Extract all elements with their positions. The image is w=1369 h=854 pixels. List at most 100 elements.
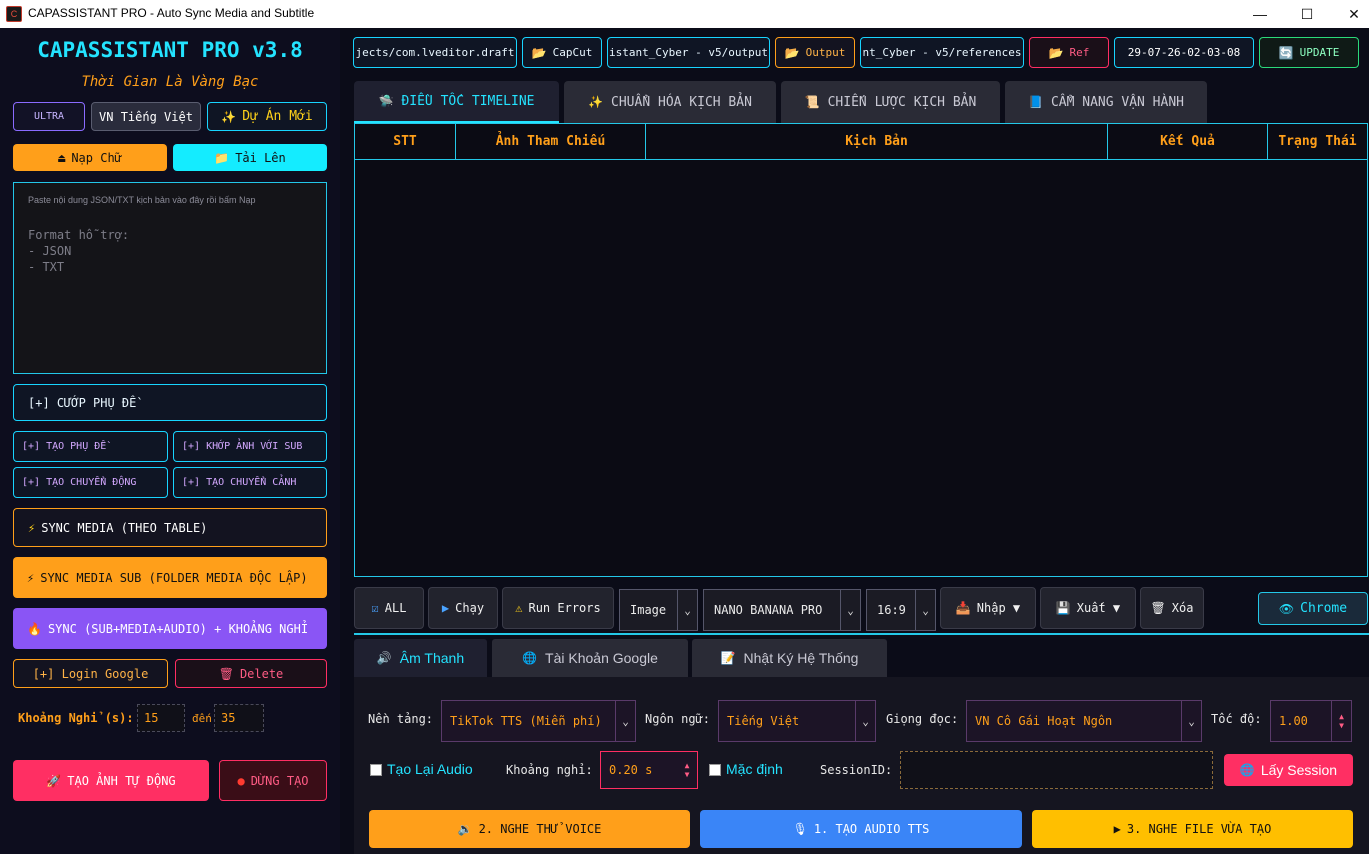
sync-folder-button[interactable]: ⚡ SYNC MEDIA SUB (FOLDER MEDIA ĐỘC LẬP) bbox=[13, 557, 327, 598]
pause-spinbox[interactable]: 0.20 s ▲ ▼ bbox=[600, 751, 698, 789]
preview-voice-label: 2. NGHE THỬ VOICE bbox=[478, 822, 602, 836]
new-project-button[interactable]: ✨ Dự Án Mới bbox=[207, 102, 327, 131]
spinner-arrows-icon[interactable]: ▲ ▼ bbox=[677, 752, 697, 788]
create-transition-button[interactable]: [+] TẠO CHUYỂN CẢNH bbox=[173, 467, 327, 498]
chrome-button[interactable]: 👁 Chrome bbox=[1258, 592, 1368, 625]
ref-button[interactable]: 📂 Ref bbox=[1029, 37, 1109, 68]
speed-spinbox[interactable]: 1.00 ▲ ▼ bbox=[1270, 700, 1352, 742]
update-button[interactable]: 🔄 UPDATE bbox=[1259, 37, 1359, 68]
pause-from-input[interactable]: 15 bbox=[137, 704, 185, 732]
chevron-down-icon: ⌄ bbox=[855, 701, 875, 741]
lightning-icon: ⚡ bbox=[27, 570, 35, 585]
regen-audio-checkbox[interactable] bbox=[370, 764, 382, 776]
capcut-button[interactable]: 📂 CapCut bbox=[522, 37, 602, 68]
load-text-button[interactable]: ⏏ Nạp Chữ bbox=[13, 144, 167, 171]
delete-account-button[interactable]: 🗑 Delete bbox=[175, 659, 327, 688]
fire-icon: 🔥 bbox=[27, 621, 42, 636]
pause-to-input[interactable]: 35 bbox=[214, 704, 264, 732]
upload-button[interactable]: 📁 Tải Lên bbox=[173, 144, 327, 171]
close-icon[interactable]: ✕ bbox=[1331, 0, 1369, 28]
create-audio-button[interactable]: 🎙 1. TẠO AUDIO TTS bbox=[700, 810, 1022, 848]
sync-all-button[interactable]: 🔥 SYNC (SUB+MEDIA+AUDIO) + KHOẢNG NGHỈ bbox=[13, 608, 327, 649]
run-errors-button[interactable]: ⚠ Run Errors bbox=[502, 587, 614, 629]
script-textarea[interactable]: Paste nội dung JSON/TXT kịch bản vào đây… bbox=[13, 182, 327, 374]
ref-label: Ref bbox=[1069, 46, 1090, 59]
create-subtitle-label: [+] TẠO PHỤ ĐỀ bbox=[22, 441, 107, 452]
timeline-table[interactable]: STT Ảnh Tham Chiếu Kịch Bản Kết Quả Trạn… bbox=[354, 123, 1368, 577]
import-button[interactable]: 📥 Nhập ▼ bbox=[940, 587, 1036, 629]
stop-label: DỪNG TẠO bbox=[250, 773, 309, 788]
column-header-stt[interactable]: STT bbox=[355, 124, 456, 160]
folder-icon: 📁 bbox=[214, 150, 230, 165]
load-text-label: Nạp Chữ bbox=[71, 150, 122, 165]
window-title: CAPASSISTANT PRO - Auto Sync Media and S… bbox=[28, 6, 315, 20]
create-subtitle-button[interactable]: [+] TẠO PHỤ ĐỀ bbox=[13, 431, 168, 462]
checkbox-checked-icon: ☑ bbox=[371, 601, 379, 615]
refresh-icon: 🔄 bbox=[1278, 45, 1294, 60]
column-header-script[interactable]: Kịch Bản bbox=[646, 124, 1108, 160]
trash-icon: 🗑 bbox=[1150, 601, 1166, 615]
pause-label: Khoảng nghỉ: bbox=[506, 763, 593, 777]
model-select[interactable]: NANO BANANA PRO ⌄ bbox=[703, 589, 861, 631]
microphone-icon: 🎙 bbox=[792, 822, 808, 836]
tab-system-log[interactable]: 📝 Nhật Ký Hệ Thống bbox=[692, 639, 887, 677]
run-label: Chạy bbox=[455, 601, 485, 615]
create-motion-button[interactable]: [+] TẠO CHUYỂN ĐỘNG bbox=[13, 467, 168, 498]
column-header-status[interactable]: Trạng Thái bbox=[1268, 124, 1367, 160]
section-divider bbox=[354, 633, 1369, 635]
media-type-select[interactable]: Image ⌄ bbox=[619, 589, 698, 631]
stop-button[interactable]: ● DỪNG TẠO bbox=[219, 760, 327, 801]
select-all-button[interactable]: ☑ ALL bbox=[354, 587, 424, 629]
create-audio-label: 1. TẠO AUDIO TTS bbox=[813, 822, 930, 836]
project-path-field[interactable]: jects/com.lveditor.draft bbox=[353, 37, 517, 68]
references-path-field[interactable]: nt_Cyber - v5/references bbox=[860, 37, 1024, 68]
rocket-icon: 🚀 bbox=[46, 773, 62, 788]
play-icon: ▶ bbox=[441, 601, 450, 615]
platform-label: Nền tảng: bbox=[368, 712, 434, 726]
output-path-field[interactable]: istant_Cyber - v5/output bbox=[607, 37, 770, 68]
create-motion-label: [+] TẠO CHUYỂN ĐỘNG bbox=[22, 477, 137, 488]
language-select[interactable]: Tiếng Việt ⌄ bbox=[718, 700, 876, 742]
sync-table-button[interactable]: ⚡ SYNC MEDIA (THEO TABLE) bbox=[13, 508, 327, 547]
column-header-result[interactable]: Kết Quả bbox=[1108, 124, 1268, 160]
output-button[interactable]: 📂 Output bbox=[775, 37, 855, 68]
run-button[interactable]: ▶ Chạy bbox=[428, 587, 498, 629]
eye-icon: 👁 bbox=[1278, 601, 1295, 616]
column-header-reference-image[interactable]: Ảnh Tham Chiếu bbox=[456, 124, 646, 160]
memo-icon: 📝 bbox=[720, 651, 736, 665]
tab-log-label: Nhật Ký Hệ Thống bbox=[743, 650, 859, 666]
spinner-arrows-icon[interactable]: ▲ ▼ bbox=[1331, 701, 1351, 741]
login-google-button[interactable]: [+] Login Google bbox=[13, 659, 168, 688]
ultra-label: ULTRA bbox=[33, 111, 65, 122]
tab-normalize-label: CHUẨN HÓA KỊCH BẢN bbox=[611, 94, 752, 110]
platform-value: TikTok TTS (Miễn phí) bbox=[450, 714, 602, 728]
steal-subtitle-label: [+] CƯỚP PHỤ ĐỀ bbox=[28, 395, 137, 410]
preview-voice-button[interactable]: 🔉 2. NGHE THỬ VOICE bbox=[369, 810, 690, 848]
globe-icon: 🌐 bbox=[522, 651, 538, 665]
get-session-button[interactable]: 🌐 Lấy Session bbox=[1224, 754, 1353, 786]
steal-subtitle-button[interactable]: [+] CƯỚP PHỤ ĐỀ bbox=[13, 384, 327, 421]
ultra-badge[interactable]: ULTRA bbox=[13, 102, 85, 131]
tab-audio[interactable]: 🔊 Âm Thanh bbox=[354, 639, 487, 677]
minimize-icon[interactable]: — bbox=[1237, 0, 1283, 28]
auto-image-button[interactable]: 🚀 TẠO ẢNH TỰ ĐỘNG bbox=[13, 760, 209, 801]
tab-normalize-script[interactable]: ✨ CHUẨN HÓA KỊCH BẢN bbox=[564, 81, 776, 123]
platform-select[interactable]: TikTok TTS (Miễn phí) ⌄ bbox=[441, 700, 636, 742]
language-button[interactable]: VN Tiếng Việt bbox=[91, 102, 201, 131]
app-logo-icon: C bbox=[6, 6, 22, 22]
output-label: Output bbox=[805, 46, 846, 59]
voice-select[interactable]: VN Cô Gái Hoạt Ngôn ⌄ bbox=[966, 700, 1202, 742]
maximize-icon[interactable]: ☐ bbox=[1284, 0, 1330, 28]
default-checkbox[interactable] bbox=[709, 764, 721, 776]
tab-handbook[interactable]: 📘 CẨM NANG VẬN HÀNH bbox=[1005, 81, 1207, 123]
session-id-input[interactable] bbox=[900, 751, 1213, 789]
tab-script-strategy[interactable]: 📜 CHIẾN LƯỢC KỊCH BẢN bbox=[781, 81, 1000, 123]
play-file-button[interactable]: ▶ 3. NGHE FILE VỪA TẠO bbox=[1032, 810, 1353, 848]
export-button[interactable]: 💾 Xuất ▼ bbox=[1040, 587, 1136, 629]
ratio-select[interactable]: 16:9 ⌄ bbox=[866, 589, 936, 631]
delete-rows-button[interactable]: 🗑 Xóa bbox=[1140, 587, 1204, 629]
match-image-button[interactable]: [+] KHỚP ẢNH VỚI SUB bbox=[173, 431, 327, 462]
tab-timeline[interactable]: 🛸 ĐIỀU TỐC TIMELINE bbox=[354, 81, 559, 123]
tab-google-account[interactable]: 🌐 Tài Khoản Google bbox=[492, 639, 688, 677]
upload-label: Tải Lên bbox=[235, 150, 286, 165]
